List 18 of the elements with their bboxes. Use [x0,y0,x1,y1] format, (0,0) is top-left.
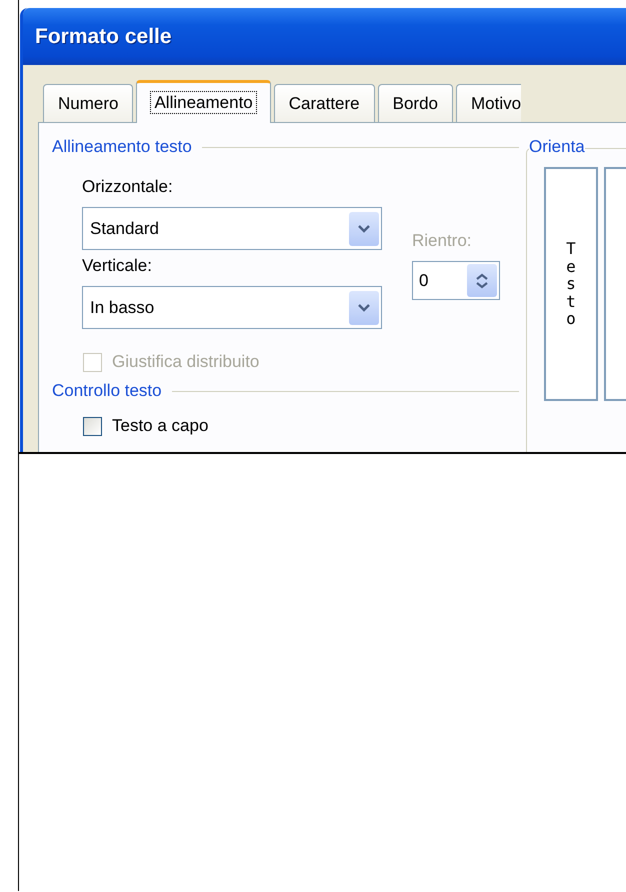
tab[interactable]: Carattere [274,84,375,122]
checkbox[interactable] [83,416,102,436]
window-title: Formato celle [35,24,172,48]
orientation-option[interactable]: Testo [544,167,598,401]
tab[interactable]: Bordo [378,84,453,122]
tab[interactable]: Numero [43,84,134,122]
tab[interactable]: Allineamento [136,80,271,123]
field-label: Rientro: [412,231,473,252]
field-label: Verticale: [82,256,153,277]
tab[interactable]: Motivo [456,84,522,122]
spinner-arrows-icon[interactable] [467,264,497,297]
dropdown[interactable]: Standard [82,207,382,250]
group-heading: Controllo testo [52,381,162,401]
group-heading: Allineamento testo [52,137,192,157]
checkbox-label: Giustifica distribuito [112,352,260,372]
checkbox-label: Testo a capo [112,416,208,436]
field-label: Orizzontale: [82,177,174,198]
dropdown[interactable]: In basso [82,286,382,329]
